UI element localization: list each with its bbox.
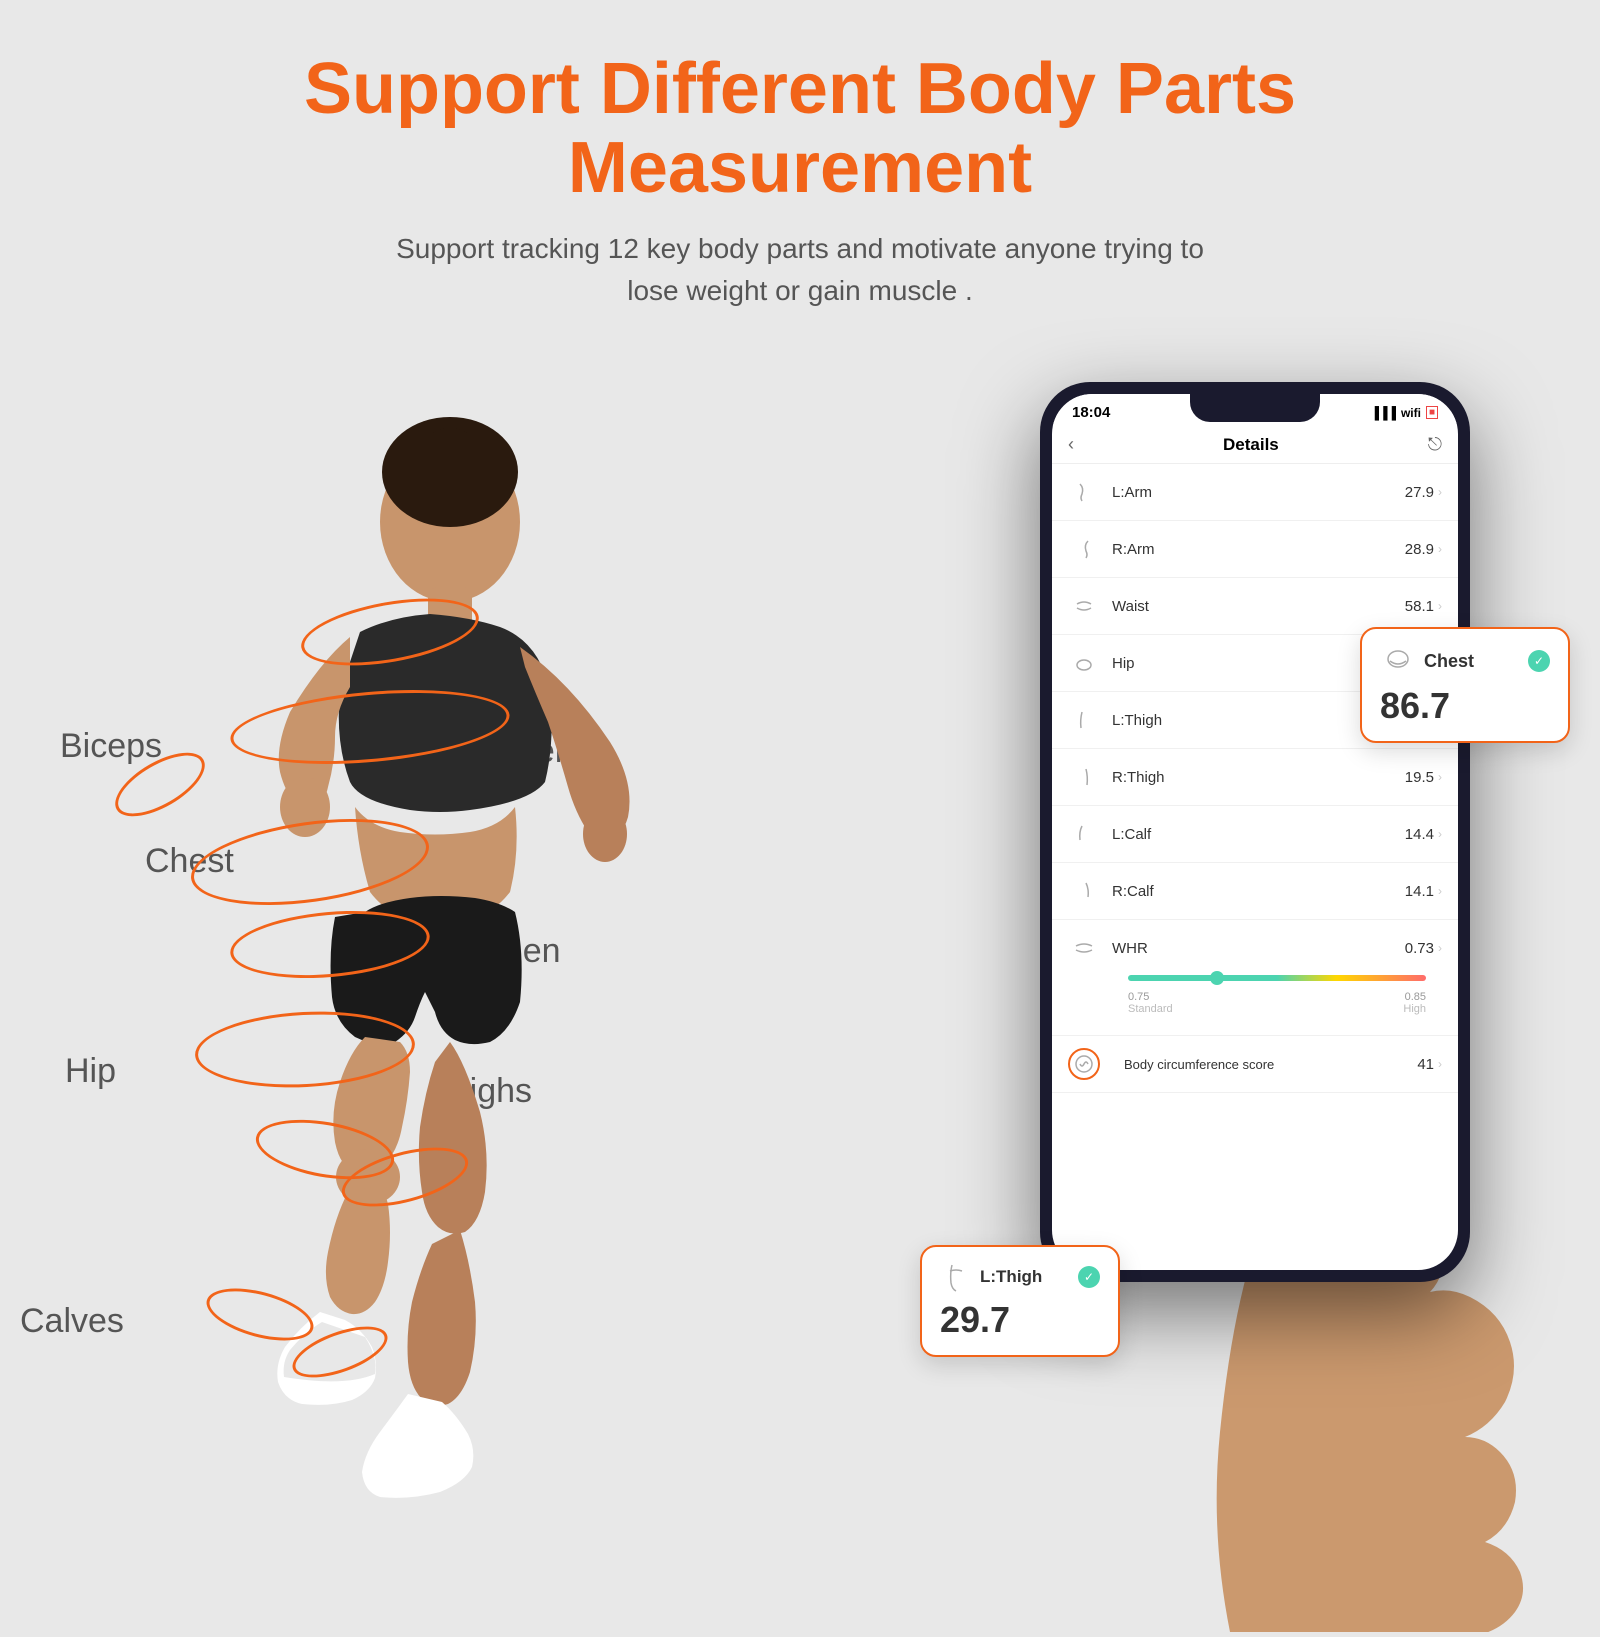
lthigh-body-icon xyxy=(940,1261,972,1293)
rarm-icon xyxy=(1068,533,1100,565)
lthigh-tooltip-header: L:Thigh ✓ xyxy=(940,1261,1100,1293)
hip-icon xyxy=(1068,647,1100,679)
whr-label-standard: Standard xyxy=(1128,1003,1173,1015)
chest-tooltip-check: ✓ xyxy=(1528,650,1550,672)
phone-mockup-container: 18:04 ▐▐▐ wifi ■ ‹ Details ⎋ xyxy=(960,382,1580,1582)
lthigh-tooltip-label: L:Thigh xyxy=(980,1267,1042,1287)
chest-tooltip-label: Chest xyxy=(1424,651,1474,672)
lcalf-label: L:Calf xyxy=(1112,826,1405,843)
score-icon xyxy=(1068,1048,1100,1080)
lthigh-tooltip: L:Thigh ✓ 29.7 xyxy=(920,1245,1120,1357)
rthigh-label: R:Thigh xyxy=(1112,769,1405,786)
lcalf-chevron: › xyxy=(1438,827,1442,841)
whr-icon xyxy=(1068,932,1100,964)
score-chevron: › xyxy=(1438,1057,1442,1071)
phone-notch xyxy=(1190,394,1320,422)
whr-value: 0.73 xyxy=(1405,940,1434,957)
measure-row-rarm: R:Arm 28.9 › xyxy=(1052,521,1458,578)
measurements-list: L:Arm 27.9 › R:Arm 28.9 › xyxy=(1052,464,1458,1270)
signal-icon: ▐▐▐ xyxy=(1370,406,1396,420)
lthigh-tooltip-value: 29.7 xyxy=(940,1299,1100,1341)
phone-screen: 18:04 ▐▐▐ wifi ■ ‹ Details ⎋ xyxy=(1052,394,1458,1270)
rcalf-value: 14.1 xyxy=(1405,883,1434,900)
measure-row-rcalf: R:Calf 14.1 › xyxy=(1052,863,1458,920)
rthigh-icon xyxy=(1068,761,1100,793)
wifi-icon: wifi xyxy=(1401,406,1421,420)
measure-row-rthigh: R:Thigh 19.5 › xyxy=(1052,749,1458,806)
whr-label: WHR xyxy=(1112,940,1405,957)
back-button[interactable]: ‹ xyxy=(1068,434,1074,455)
waist-chevron: › xyxy=(1438,599,1442,613)
chest-tooltip: Chest ✓ 86.7 xyxy=(1360,627,1570,743)
lcalf-value: 14.4 xyxy=(1405,826,1434,843)
header-subtitle: Support tracking 12 key body parts and m… xyxy=(100,228,1500,312)
lcalf-icon xyxy=(1068,818,1100,850)
page-title: Support Different Body Parts Measurement xyxy=(100,50,1500,208)
whr-chevron: › xyxy=(1438,941,1442,955)
chest-tooltip-icon-name: Chest xyxy=(1380,643,1474,679)
score-value: 41 xyxy=(1417,1056,1434,1073)
lthigh-tooltip-check: ✓ xyxy=(1078,1266,1100,1288)
whr-value-left: 0.75 xyxy=(1128,991,1149,1003)
rcalf-chevron: › xyxy=(1438,884,1442,898)
whr-value-right: 0.85 xyxy=(1405,991,1426,1003)
lthigh-icon xyxy=(1068,704,1100,736)
measure-row-lcalf: L:Calf 14.4 › xyxy=(1052,806,1458,863)
chest-tooltip-header: Chest ✓ xyxy=(1380,643,1550,679)
main-content: Biceps Neck Shoulders Chest Abdomen Hip … xyxy=(0,332,1600,1632)
app-screen-title: Details xyxy=(1223,435,1279,455)
chest-tooltip-value: 86.7 xyxy=(1380,685,1550,727)
rarm-chevron: › xyxy=(1438,542,1442,556)
score-label: Body circumference score xyxy=(1124,1057,1417,1072)
app-nav-header: ‹ Details ⎋ xyxy=(1052,426,1458,464)
waist-label: Waist xyxy=(1112,598,1405,615)
header-section: Support Different Body Parts Measurement… xyxy=(0,0,1600,332)
status-icons: ▐▐▐ wifi ■ xyxy=(1370,406,1438,420)
share-button[interactable]: ⎋ xyxy=(1428,434,1442,455)
larm-chevron: › xyxy=(1438,485,1442,499)
chest-body-icon xyxy=(1380,643,1416,679)
lthigh-tooltip-icon-name: L:Thigh xyxy=(940,1261,1042,1293)
status-time: 18:04 xyxy=(1072,404,1110,421)
battery-icon: ■ xyxy=(1426,406,1438,419)
rthigh-value: 19.5 xyxy=(1405,769,1434,786)
larm-value: 27.9 xyxy=(1405,484,1434,501)
larm-label: L:Arm xyxy=(1112,484,1405,501)
subtitle-line1: Support tracking 12 key body parts and m… xyxy=(100,228,1500,270)
larm-icon xyxy=(1068,476,1100,508)
person-illustration xyxy=(80,352,730,1632)
waist-icon xyxy=(1068,590,1100,622)
measure-row-score: Body circumference score 41 › xyxy=(1052,1036,1458,1093)
rthigh-chevron: › xyxy=(1438,770,1442,784)
phone-device: 18:04 ▐▐▐ wifi ■ ‹ Details ⎋ xyxy=(1040,382,1470,1282)
rarm-label: R:Arm xyxy=(1112,541,1405,558)
subtitle-line2: lose weight or gain muscle . xyxy=(100,270,1500,312)
rcalf-label: R:Calf xyxy=(1112,883,1405,900)
measure-row-larm: L:Arm 27.9 › xyxy=(1052,464,1458,521)
measure-row-whr: WHR 0.73 › 0.75 0.85 xyxy=(1052,920,1458,1036)
waist-value: 58.1 xyxy=(1405,598,1434,615)
rcalf-icon xyxy=(1068,875,1100,907)
rarm-value: 28.9 xyxy=(1405,541,1434,558)
whr-label-high: High xyxy=(1403,1003,1426,1015)
